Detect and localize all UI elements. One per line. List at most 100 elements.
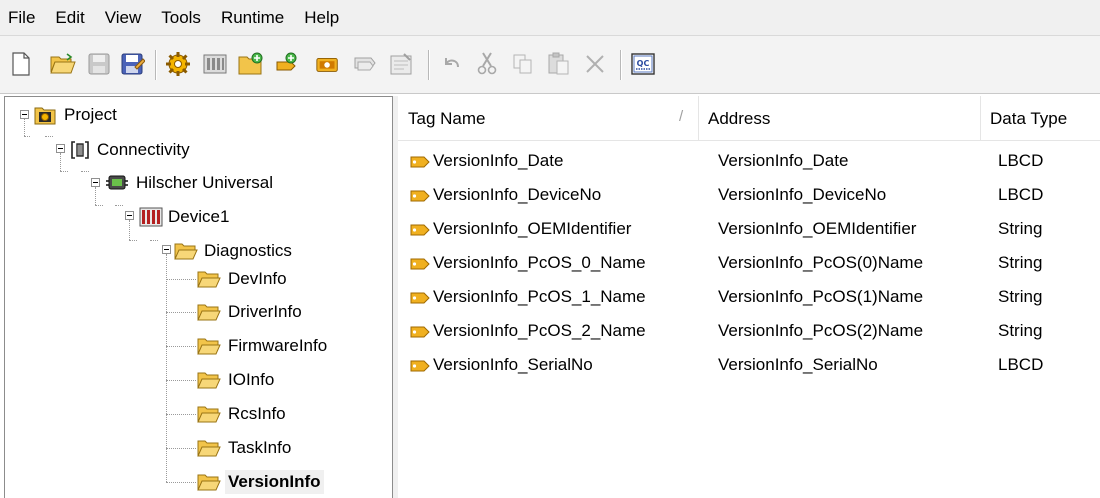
- table-row[interactable]: VersionInfo_OEMIdentifier VersionInfo_OEM…: [398, 212, 1100, 246]
- tag-name-cell: VersionInfo_PcOS_1_Name: [433, 287, 646, 306]
- menu-help[interactable]: Help: [294, 0, 349, 36]
- undo-icon[interactable]: [438, 51, 464, 77]
- new-tag-icon[interactable]: [274, 51, 300, 77]
- table-row[interactable]: VersionInfo_PcOS_2_Name VersionInfo_PcOS(…: [398, 314, 1100, 348]
- tag-icon: [410, 188, 430, 208]
- tree-connector: [166, 312, 196, 313]
- tag-group-folder-icon: [197, 474, 221, 491]
- tag-group-folder-icon: [197, 338, 221, 355]
- data-type-cell: String: [998, 287, 1043, 306]
- tree-node-driverinfo[interactable]: DriverInfo: [197, 298, 302, 326]
- tree-node-rcsinfo[interactable]: RcsInfo: [197, 400, 286, 428]
- collapse-icon[interactable]: [125, 211, 134, 220]
- table-row[interactable]: VersionInfo_PcOS_1_Name VersionInfo_PcOS(…: [398, 280, 1100, 314]
- tree-node-firmwareinfo[interactable]: FirmwareInfo: [197, 332, 327, 360]
- tree-connector: [166, 279, 196, 280]
- new-channel-icon[interactable]: [165, 51, 191, 77]
- menu-runtime[interactable]: Runtime: [211, 0, 294, 36]
- address-cell: VersionInfo_OEMIdentifier: [718, 219, 917, 238]
- open-folder-icon: [174, 243, 198, 260]
- tree-node-versioninfo[interactable]: VersionInfo: [197, 468, 324, 496]
- table-row[interactable]: VersionInfo_SerialNo VersionInfo_SerialNo…: [398, 348, 1100, 382]
- tree-connector: [129, 220, 130, 240]
- tree-node-label: Project: [64, 105, 117, 124]
- new-tag-group-icon[interactable]: [238, 51, 264, 77]
- tree-node-channel[interactable]: Hilscher Universal: [105, 169, 273, 197]
- collapse-icon[interactable]: [91, 178, 100, 187]
- delete-icon[interactable]: [582, 51, 608, 77]
- menu-view[interactable]: View: [95, 0, 152, 36]
- data-type-cell: LBCD: [998, 355, 1044, 374]
- tree-connector: [166, 346, 196, 347]
- tree-node-label: TaskInfo: [228, 438, 292, 457]
- tag-icon: [410, 222, 430, 242]
- tree-connector: [60, 171, 68, 172]
- address-cell: VersionInfo_PcOS(1)Name: [718, 287, 924, 306]
- tree-node-connectivity[interactable]: Connectivity: [70, 136, 190, 164]
- tree-connector: [115, 205, 123, 206]
- menu-file[interactable]: File: [0, 0, 45, 36]
- tree-connector: [95, 205, 103, 206]
- tree-node-label: FirmwareInfo: [228, 336, 328, 355]
- paste-icon[interactable]: [546, 51, 572, 77]
- tree-node-ioinfo[interactable]: IOInfo: [197, 366, 274, 394]
- table-row[interactable]: VersionInfo_Date VersionInfo_Date LBCD: [398, 144, 1100, 178]
- menu-bar: File Edit View Tools Runtime Help: [0, 0, 1100, 36]
- bulk-tag-icon[interactable]: [315, 51, 341, 77]
- tree-node-label: Diagnostics: [204, 241, 292, 260]
- tree-connector: [24, 119, 25, 136]
- tag-name-cell: VersionInfo_Date: [433, 151, 564, 170]
- project-tree[interactable]: Project Connectivity Hilscher Universal …: [4, 96, 393, 498]
- tree-connector: [81, 171, 89, 172]
- address-cell: VersionInfo_Date: [718, 151, 849, 170]
- save-icon[interactable]: [86, 51, 112, 77]
- table-row[interactable]: VersionInfo_PcOS_0_Name VersionInfo_PcOS(…: [398, 246, 1100, 280]
- collapse-icon[interactable]: [20, 110, 29, 119]
- tree-node-label: Device1: [168, 207, 230, 226]
- duplicate-tag-icon[interactable]: [352, 51, 378, 77]
- tree-connector: [45, 136, 53, 137]
- data-type-cell: String: [998, 321, 1043, 340]
- collapse-icon[interactable]: [56, 144, 65, 153]
- tree-node-device[interactable]: Device1: [139, 203, 229, 231]
- connectivity-icon: [71, 141, 89, 159]
- new-file-icon[interactable]: [8, 51, 34, 77]
- list-header: Tag Name / Address Data Type: [398, 96, 1100, 141]
- tree-node-taskinfo[interactable]: TaskInfo: [197, 434, 291, 462]
- copy-icon[interactable]: [510, 51, 536, 77]
- tree-node-project[interactable]: Project: [34, 101, 117, 129]
- tag-name-cell: VersionInfo_OEMIdentifier: [433, 219, 632, 238]
- tree-node-devinfo[interactable]: DevInfo: [197, 265, 287, 293]
- quick-client-icon[interactable]: QC: [630, 51, 656, 77]
- tree-node-label: Connectivity: [97, 140, 190, 159]
- quick-client-label: QC: [637, 59, 650, 68]
- column-header-data-type[interactable]: Data Type: [980, 96, 1100, 140]
- column-header-address[interactable]: Address: [698, 96, 980, 140]
- save-as-icon[interactable]: [120, 51, 146, 77]
- properties-icon[interactable]: [388, 51, 414, 77]
- tag-group-folder-icon: [197, 440, 221, 457]
- channel-icon: [106, 175, 128, 190]
- new-device-icon[interactable]: [202, 51, 228, 77]
- tree-connector: [24, 136, 30, 137]
- cut-icon[interactable]: [474, 51, 500, 77]
- open-folder-icon[interactable]: [50, 51, 76, 77]
- table-row[interactable]: VersionInfo_DeviceNo VersionInfo_DeviceNo…: [398, 178, 1100, 212]
- menu-edit[interactable]: Edit: [45, 0, 94, 36]
- address-cell: VersionInfo_DeviceNo: [718, 185, 887, 204]
- tag-list[interactable]: Tag Name / Address Data Type VersionInfo…: [398, 96, 1100, 498]
- tag-group-folder-icon: [197, 271, 221, 288]
- toolbar-separator: [428, 50, 430, 80]
- data-type-cell: String: [998, 253, 1043, 272]
- column-header-tag-name[interactable]: Tag Name: [398, 96, 698, 140]
- tree-connector: [166, 380, 196, 381]
- tag-name-cell: VersionInfo_SerialNo: [433, 355, 593, 374]
- toolbar-separator: [155, 50, 157, 80]
- collapse-icon[interactable]: [162, 245, 171, 254]
- data-type-cell: LBCD: [998, 151, 1044, 170]
- tree-node-label: IOInfo: [228, 370, 275, 389]
- menu-tools[interactable]: Tools: [151, 0, 211, 36]
- tree-node-diagnostics[interactable]: Diagnostics: [174, 237, 292, 265]
- tree-node-label-selected: VersionInfo: [225, 470, 324, 494]
- tag-icon: [410, 290, 430, 310]
